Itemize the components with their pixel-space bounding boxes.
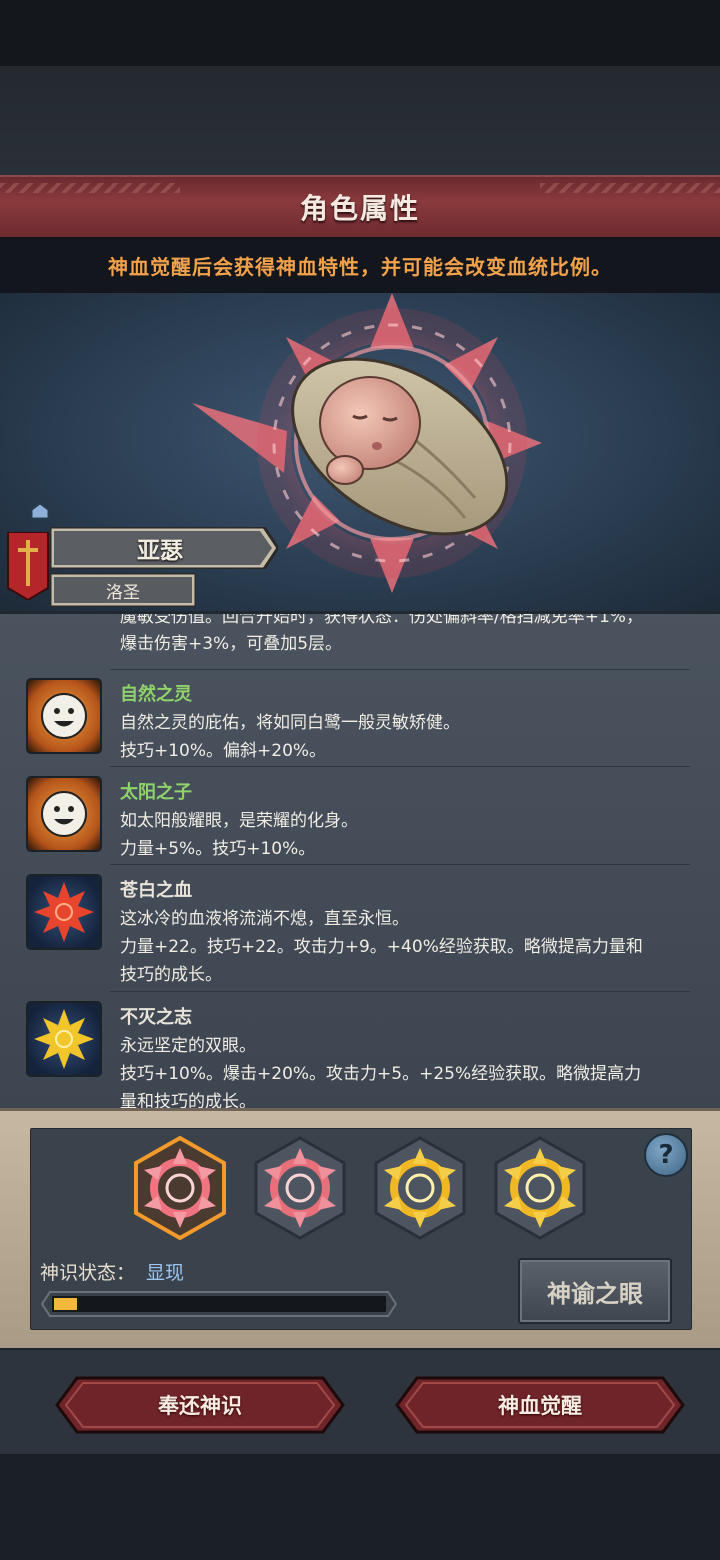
help-button[interactable]: ? [644,1133,688,1177]
trait-desc: 技巧的成长。 [120,965,222,985]
oracle-eye-button[interactable]: 神谕之眼 [518,1258,672,1324]
trait-desc: 如太阳般耀眼，是荣耀的化身。 [120,811,358,831]
divine-progress-bar [40,1291,398,1317]
hint-text: 神血觉醒后会获得神血特性，并可能会改变血统比例。 [108,254,612,279]
trait-desc: 这冰冷的血液将流淌不熄，直至永恒。 [120,909,409,929]
trait-desc: 永远坚定的双眼。 [120,1036,256,1056]
return-divine-label[interactable]: 奉还神识 [55,1376,345,1434]
trait-name: 太阳之子 [120,782,192,803]
divine-slot-3[interactable] [373,1136,467,1240]
gold-sun-icon [28,1003,100,1075]
trait-list[interactable]: 魔敏受伤值。回合开始时，获得状态：伤处偏斜率/格挡减免率+1%， 爆击伤害+3%… [0,611,720,1111]
trait-desc: 自然之灵的庇佑，将如同白鹭一般灵敏矫健。 [120,713,460,733]
trait-name: 苍白之血 [120,880,192,901]
status-label: 神识状态： [40,1262,136,1284]
rank-icon [31,503,49,519]
character-origin: 洛圣 [106,582,140,603]
trait-desc: 技巧+10%。爆击+20%。攻击力+5。+25%经验获取。略微提高力 [120,1064,642,1084]
smiley-sun-icon [28,680,100,752]
banner-icon [7,532,49,600]
trait-desc: 力量+22。技巧+22。攻击力+9。+40%经验获取。略微提高力量和 [120,937,643,957]
trait-name: 自然之灵 [120,684,192,705]
red-sun-icon [28,876,100,948]
progress-fill [54,1298,77,1310]
character-name: 亚瑟 [137,538,183,564]
trait-desc: 魔敏受伤值。回合开始时，获得状态：伤处偏斜率/格挡减免率+1%， [120,611,643,627]
trait-desc: 力量+5%。技巧+10%。 [120,839,316,859]
bottom-background [0,1454,720,1560]
divine-awaken-label[interactable]: 神血觉醒 [395,1376,685,1434]
page-title: 角色属性 [299,192,420,225]
smiley-sun-icon [28,778,100,850]
trait-desc: 爆击伤害+3%，可叠加5层。 [120,634,343,654]
status-value: 显现 [146,1262,185,1284]
trait-name: 不灭之志 [120,1007,192,1028]
status-bar-area [0,0,720,66]
title-bar: 角色属性 [0,175,720,239]
divine-slot-2[interactable] [253,1136,347,1240]
divine-slot-1[interactable] [133,1136,227,1240]
divine-slot-4[interactable] [493,1136,587,1240]
trait-desc: 技巧+10%。偏斜+20%。 [120,741,327,761]
hint-bar: 神血觉醒后会获得神血特性，并可能会改变血统比例。 [0,237,720,293]
